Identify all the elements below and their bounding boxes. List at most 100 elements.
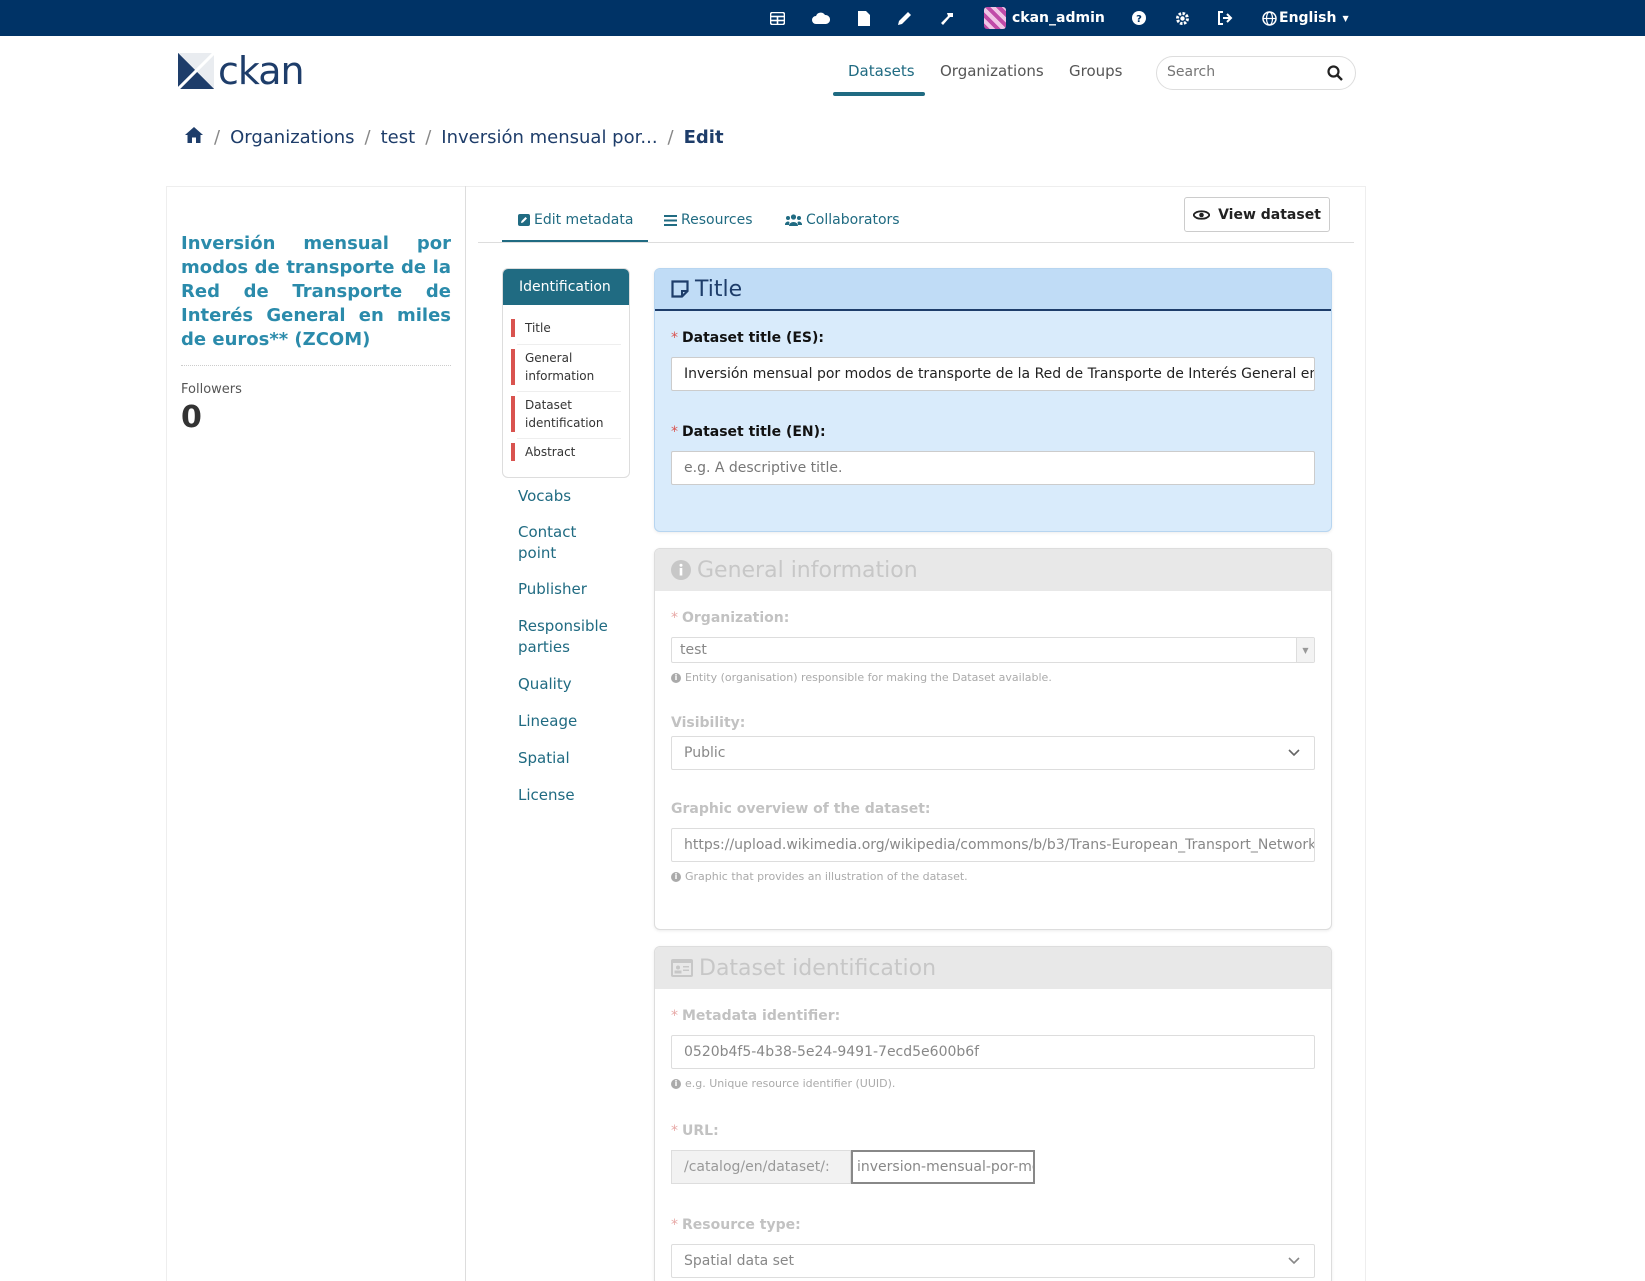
organization-select[interactable]: test ▼ (671, 637, 1315, 663)
tab-collaborators[interactable]: Collaborators (785, 212, 900, 228)
form-nav-spatial[interactable]: Spatial (518, 748, 628, 769)
form-nav-dataset-identification[interactable]: Dataset identification (511, 396, 623, 432)
dataset-title-link[interactable]: Inversión mensual por modos de transport… (181, 232, 451, 352)
form-nav-abstract[interactable]: Abstract (511, 443, 623, 461)
form-nav-lineage[interactable]: Lineage (518, 711, 628, 732)
title-panel-header: Title (655, 269, 1331, 311)
view-dataset-button[interactable]: View dataset (1184, 197, 1330, 232)
pencil-icon[interactable] (897, 0, 912, 36)
sign-out-icon[interactable] (1217, 0, 1233, 36)
dataset-identification-header: Dataset identification (655, 947, 1331, 989)
resource-type-label: * Resource type: (671, 1217, 801, 1233)
dashboard-icon[interactable] (770, 0, 785, 36)
select-value: Spatial data set (684, 1253, 795, 1269)
form-nav-identification-header[interactable]: Identification (503, 269, 629, 305)
dataset-identification-panel: Dataset identification * Metadata identif… (654, 946, 1332, 1281)
gear-icon[interactable] (1175, 0, 1190, 36)
search-icon[interactable] (1327, 65, 1343, 85)
panel-title: Dataset identification (699, 955, 937, 981)
form-nav-contact-point[interactable]: Contact point (518, 522, 590, 564)
info-icon: i (671, 1078, 681, 1089)
sidebar-divider (465, 186, 466, 1281)
title-panel: Title * Dataset title (ES): Inversión men… (654, 268, 1332, 532)
tab-label: Edit metadata (534, 212, 634, 228)
metadata-identifier-label: * Metadata identifier: (671, 1008, 840, 1024)
nav-datasets[interactable]: Datasets (848, 62, 915, 80)
avatar (984, 7, 1006, 29)
form-nav-vocabs[interactable]: Vocabs (518, 486, 628, 507)
form-nav-identification: Identification Title General information… (502, 268, 630, 478)
chevron-down-icon (1288, 749, 1300, 757)
help-text: Entity (organisation) responsible for ma… (685, 671, 1052, 684)
panel-title: Title (695, 276, 743, 302)
label-text: Dataset title (ES): (682, 330, 824, 346)
language-label: English (1279, 10, 1337, 26)
tab-divider (478, 242, 1354, 243)
url-slug-input[interactable]: inversion-mensual-por-modos (851, 1150, 1035, 1184)
hammer-icon[interactable] (940, 0, 955, 36)
followers-count: 0 (181, 400, 202, 435)
site-search (1156, 56, 1356, 90)
home-icon[interactable] (184, 126, 204, 149)
breadcrumb-dataset[interactable]: Inversión mensual por... (441, 127, 657, 148)
info-icon: i (671, 871, 681, 882)
help-icon[interactable]: ? (1132, 0, 1146, 36)
label-text: Resource type: (682, 1217, 801, 1233)
nav-organizations[interactable]: Organizations (940, 62, 1044, 80)
nav-groups[interactable]: Groups (1069, 62, 1122, 80)
cloud-icon[interactable] (812, 0, 830, 36)
required-marker: * (671, 330, 678, 346)
title-es-input[interactable]: Inversión mensual por modos de transport… (671, 357, 1315, 391)
metadata-identifier-input[interactable]: 0520b4f5-4b38-5e24-9491-7ecd5e600b6f (671, 1035, 1315, 1069)
label-text: Visibility: (671, 715, 746, 731)
label-text: Dataset title (EN): (682, 424, 826, 440)
form-nav-title[interactable]: Title (511, 319, 623, 337)
edit-square-icon (518, 214, 530, 226)
site-logo[interactable]: ckan (178, 49, 305, 93)
graphic-overview-input[interactable]: https://upload.wikimedia.org/wikipedia/c… (671, 828, 1315, 862)
form-nav-general-information[interactable]: General information (511, 349, 623, 385)
visibility-select[interactable]: Public (671, 736, 1315, 770)
required-marker: * (671, 1217, 678, 1233)
divider (181, 365, 451, 366)
graphic-overview-label: Graphic overview of the dataset: (671, 801, 931, 817)
info-icon: i (671, 672, 681, 683)
form-nav-license[interactable]: License (518, 785, 628, 806)
view-dataset-label: View dataset (1218, 206, 1321, 223)
logo-text: ckan (218, 49, 305, 93)
select-value: Public (684, 745, 726, 761)
form-nav-responsible-parties[interactable]: Responsible parties (518, 616, 628, 658)
breadcrumb-organization[interactable]: test (381, 127, 416, 148)
form-nav-quality[interactable]: Quality (518, 674, 628, 695)
tab-resources[interactable]: Resources (664, 212, 753, 228)
tab-edit-metadata[interactable]: Edit metadata (518, 212, 633, 228)
panel-title: General information (697, 557, 918, 583)
required-marker: * (671, 424, 678, 440)
form-nav-publisher[interactable]: Publisher (518, 579, 628, 600)
resource-type-select[interactable]: Spatial data set (671, 1244, 1315, 1278)
tab-label: Resources (681, 212, 753, 228)
tab-label: Collaborators (806, 212, 900, 228)
title-en-input[interactable]: e.g. A descriptive title. (671, 451, 1315, 485)
title-es-label: * Dataset title (ES): (671, 330, 824, 346)
breadcrumb-separator: / (425, 127, 432, 148)
breadcrumb-organizations[interactable]: Organizations (230, 127, 354, 148)
breadcrumb-separator: / (214, 127, 221, 148)
breadcrumb-separator: / (364, 127, 371, 148)
search-input[interactable] (1167, 64, 1317, 80)
file-icon[interactable] (858, 0, 870, 36)
user-menu[interactable]: ckan_admin (984, 0, 1105, 36)
metadata-identifier-help: i e.g. Unique resource identifier (UUID)… (671, 1077, 895, 1090)
nav-active-indicator (833, 92, 925, 96)
label-text: Organization: (682, 610, 790, 626)
caret-down-icon: ▼ (1342, 13, 1349, 23)
graphic-overview-help: i Graphic that provides an illustration … (671, 870, 968, 883)
language-selector[interactable]: English ▼ (1262, 0, 1349, 36)
sticky-note-icon (671, 280, 689, 298)
caret-down-icon: ▼ (1296, 638, 1314, 662)
breadcrumb-current: Edit (683, 127, 724, 148)
select-value: test (680, 642, 707, 658)
eye-icon (1193, 209, 1211, 220)
visibility-label: Visibility: (671, 715, 745, 731)
label-text: URL: (682, 1123, 719, 1139)
